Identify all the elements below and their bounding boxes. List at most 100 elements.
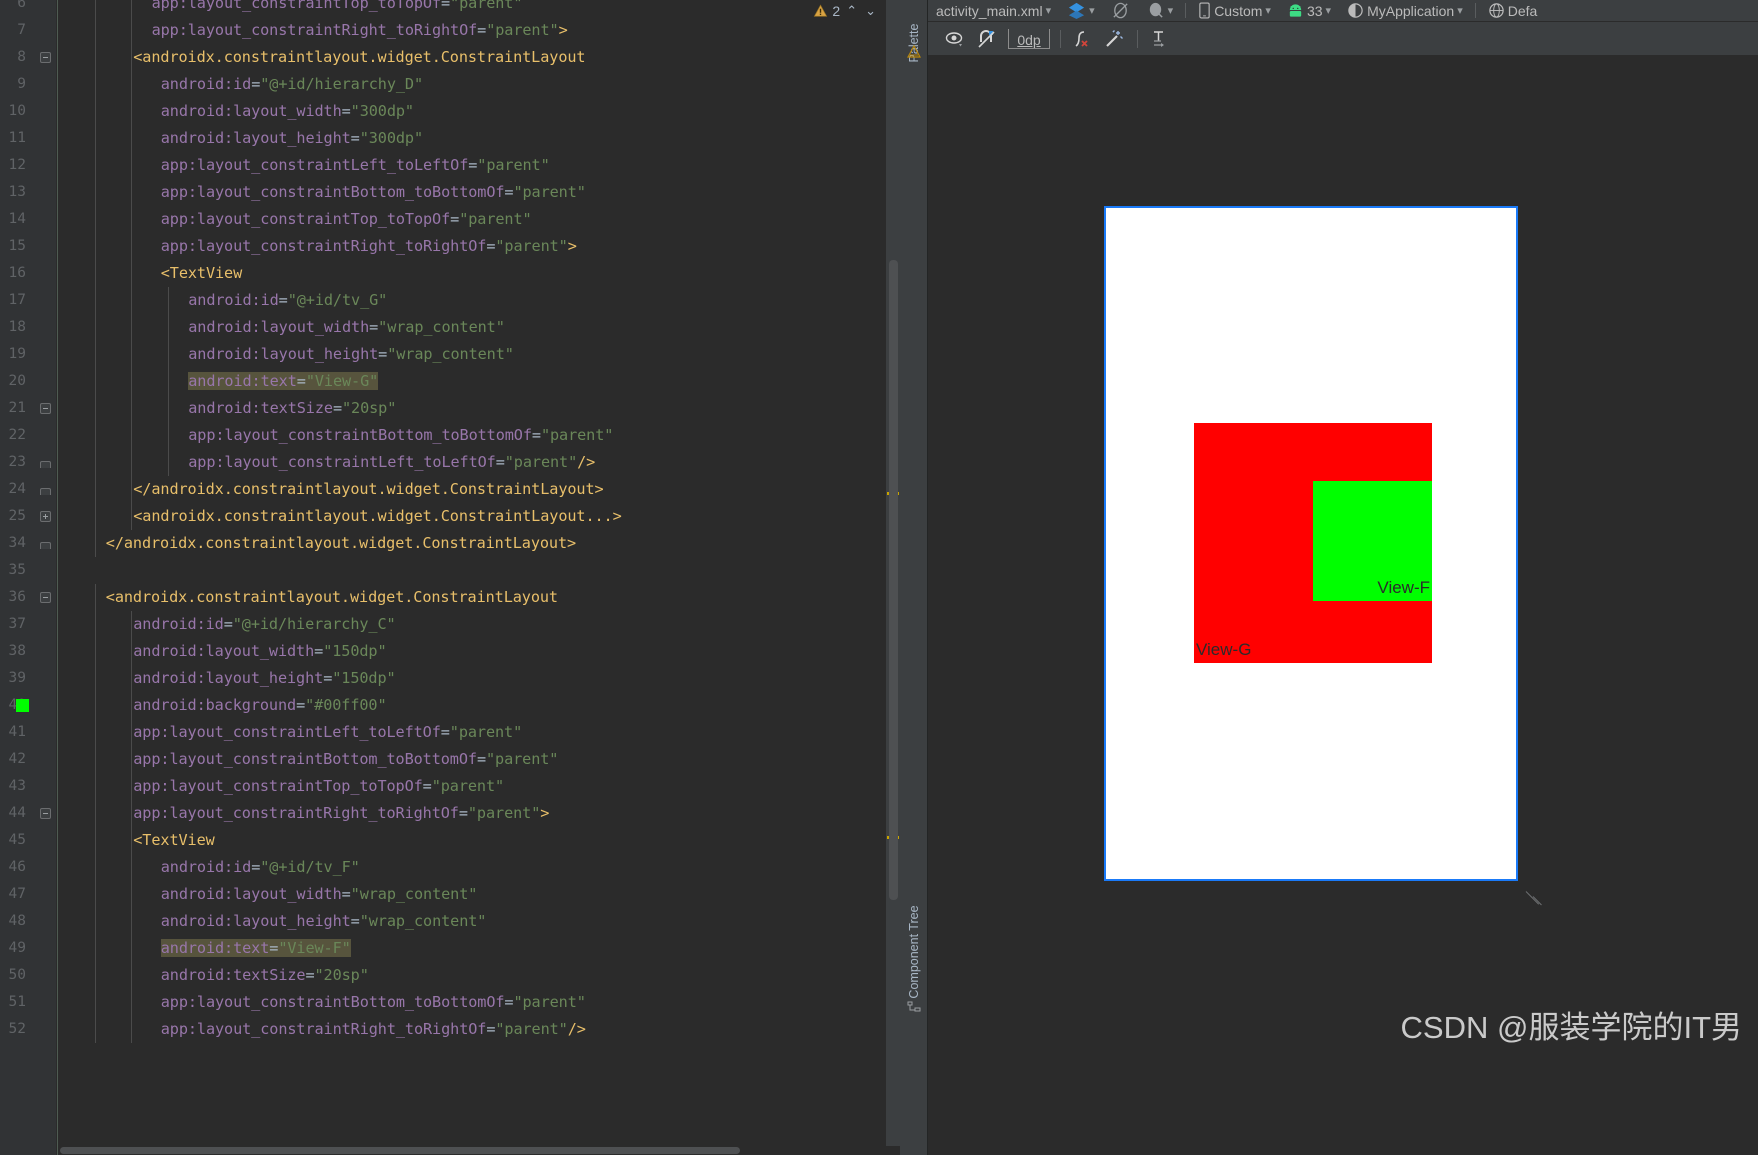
xml-editor-pane[interactable]: 6 7 8 9 10 11 12 13 14 15 16 17 18 19 20 21 22 23 24 25 34 35… — [0, 0, 900, 1155]
editor-horizontal-scrollbar-track[interactable] — [60, 1146, 900, 1155]
code-line[interactable]: <androidx.constraintlayout.widget.Constr… — [133, 44, 585, 71]
code-line[interactable]: app:layout_constraintBottom_toBottomOf="… — [188, 422, 613, 449]
canvas-resize-handle[interactable] — [1525, 887, 1547, 909]
line-number: 17 — [8, 292, 26, 308]
indent-guide — [94, 125, 96, 152]
code-line[interactable]: android:layout_height="150dp" — [133, 665, 395, 692]
color-preview-swatch[interactable] — [16, 699, 29, 712]
code-line[interactable]: app:layout_constraintTop_toTopOf="parent… — [152, 0, 523, 17]
code-line[interactable]: android:layout_width="wrap_content" — [161, 881, 478, 908]
code-line[interactable]: android:textSize="20sp" — [161, 962, 369, 989]
code-line[interactable]: android:background="#00ff00" — [133, 692, 386, 719]
code-line[interactable]: app:layout_constraintTop_toTopOf="parent… — [133, 773, 504, 800]
code-line[interactable]: app:layout_constraintRight_toRightOf="pa… — [133, 800, 549, 827]
code-line[interactable]: android:layout_width="150dp" — [133, 638, 386, 665]
blueprint-view-mode-button[interactable] — [1103, 0, 1138, 22]
editor-vertical-scrollbar[interactable] — [889, 260, 898, 900]
locale-selector[interactable]: Defa — [1480, 0, 1546, 22]
api-level-selector[interactable]: 33 ▾ — [1279, 0, 1339, 22]
code-fold-collapse-button[interactable] — [40, 592, 51, 603]
code-line[interactable]: android:textSize="20sp" — [188, 395, 396, 422]
code-line[interactable]: android:text="View-G" — [188, 368, 378, 395]
code-line[interactable]: <TextView — [161, 260, 243, 287]
design-view-mode-button[interactable]: ▾ — [1059, 0, 1103, 22]
code-line[interactable]: <androidx.constraintlayout.widget.Constr… — [133, 503, 621, 530]
line-number: 19 — [8, 346, 26, 362]
code-line[interactable]: android:layout_width="wrap_content" — [188, 314, 505, 341]
code-text-area[interactable]: app:layout_constraintTop_toTopOf="parent… — [60, 0, 900, 1155]
code-line[interactable]: <TextView — [133, 827, 215, 854]
palette-tool-button[interactable]: Palette — [907, 5, 921, 81]
device-preview-frame[interactable]: View-G View-F — [1104, 206, 1518, 881]
code-fold-collapse-button[interactable] — [40, 52, 51, 63]
view-g-container[interactable]: View-G View-F — [1194, 423, 1432, 663]
indent-guide — [94, 989, 96, 1016]
editor-gutter[interactable]: 6 7 8 9 10 11 12 13 14 15 16 17 18 19 20 21 22 23 24 25 34 35… — [0, 0, 56, 1155]
indent-guide — [94, 287, 96, 314]
design-sub-toolbar[interactable]: 0dp — [928, 22, 1758, 56]
code-line[interactable]: android:layout_height="300dp" — [161, 125, 423, 152]
show-constraints-button[interactable] — [940, 26, 970, 52]
default-margin-selector[interactable]: 0dp — [1008, 28, 1050, 49]
code-line[interactable]: <androidx.constraintlayout.widget.Constr… — [106, 584, 558, 611]
code-fold-collapse-button[interactable] — [40, 403, 51, 414]
layout-design-pane[interactable]: activity_main.xml ▾ ▾ ▾ Custom ▾ 33 ▾ My… — [928, 0, 1758, 1155]
inspection-warning-chip[interactable]: 2 ⌃ ⌄ — [813, 0, 878, 22]
code-line[interactable]: app:layout_constraintTop_toTopOf="parent… — [161, 206, 532, 233]
line-number: 20 — [8, 373, 26, 389]
guidelines-button[interactable] — [1144, 26, 1174, 52]
indent-guide — [131, 449, 133, 476]
clear-constraints-button[interactable] — [1067, 26, 1097, 52]
code-line[interactable]: app:layout_constraintBottom_toBottomOf="… — [161, 179, 586, 206]
view-f-container[interactable]: View-F — [1313, 481, 1432, 601]
code-line[interactable]: android:id="@+id/hierarchy_D" — [161, 71, 423, 98]
code-line[interactable]: app:layout_constraintBottom_toBottomOf="… — [161, 989, 586, 1016]
code-line[interactable]: android:layout_height="wrap_content" — [161, 908, 487, 935]
code-line[interactable]: app:layout_constraintBottom_toBottomOf="… — [133, 746, 558, 773]
theme-selector[interactable]: MyApplication ▾ — [1339, 0, 1471, 22]
file-name-label: activity_main.xml — [936, 2, 1043, 19]
indent-guide — [94, 152, 96, 179]
indent-guide — [131, 935, 133, 962]
orientation-icon — [1149, 2, 1163, 18]
code-line[interactable]: app:layout_constraintLeft_toLeftOf="pare… — [161, 152, 550, 179]
code-line[interactable]: android:id="@+id/tv_G" — [188, 287, 387, 314]
code-line[interactable]: </androidx.constraintlayout.widget.Const… — [106, 530, 576, 557]
warning-count: 2 — [832, 3, 841, 19]
code-fold-collapse-button[interactable] — [40, 808, 51, 819]
autoconnect-button[interactable] — [972, 26, 1002, 52]
device-label: Custom — [1214, 2, 1263, 19]
indent-guide — [131, 638, 133, 665]
design-canvas[interactable]: View-G View-F CSDN @服装学院的IT男 — [928, 56, 1758, 1155]
code-line[interactable]: app:layout_constraintLeft_toLeftOf="pare… — [133, 719, 522, 746]
orientation-button[interactable]: ▾ — [1138, 0, 1182, 22]
line-number: 15 — [8, 238, 26, 254]
infer-constraints-button[interactable] — [1099, 26, 1129, 52]
code-line[interactable]: app:layout_constraintLeft_toLeftOf="pare… — [188, 449, 595, 476]
code-fold-region-end[interactable] — [40, 461, 51, 468]
design-toolbar[interactable]: activity_main.xml ▾ ▾ ▾ Custom ▾ 33 ▾ My… — [928, 0, 1758, 22]
code-line[interactable]: android:text="View-F" — [160, 935, 351, 962]
code-fold-expand-button[interactable] — [40, 511, 51, 522]
code-line[interactable]: app:layout_constraintRight_toRightOf="pa… — [161, 1016, 586, 1043]
left-tool-window-strip[interactable]: Palette Component Tree — [900, 0, 928, 1155]
code-line[interactable]: android:id="@+id/tv_F" — [161, 854, 360, 881]
code-line[interactable]: android:id="@+id/hierarchy_C" — [133, 611, 395, 638]
indent-guide — [167, 287, 169, 314]
next-problem-button[interactable]: ⌄ — [863, 3, 878, 19]
previous-problem-button[interactable]: ⌃ — [844, 3, 859, 19]
file-selector[interactable]: activity_main.xml ▾ — [928, 0, 1059, 22]
editor-marker-strip[interactable] — [886, 0, 900, 1155]
line-number: 41 — [8, 724, 26, 740]
code-fold-region-end[interactable] — [40, 488, 51, 495]
code-line[interactable]: android:layout_height="wrap_content" — [188, 341, 514, 368]
code-line[interactable]: android:layout_width="300dp" — [161, 98, 414, 125]
theme-icon — [1348, 3, 1363, 18]
code-line[interactable]: app:layout_constraintRight_toRightOf="pa… — [161, 233, 577, 260]
editor-horizontal-scrollbar-thumb[interactable] — [60, 1147, 740, 1154]
code-line[interactable]: app:layout_constraintRight_toRightOf="pa… — [152, 17, 568, 44]
code-line[interactable]: </androidx.constraintlayout.widget.Const… — [133, 476, 603, 503]
device-selector[interactable]: Custom ▾ — [1190, 0, 1279, 22]
code-fold-region-end[interactable] — [40, 542, 51, 549]
line-number: 23 — [8, 454, 26, 470]
